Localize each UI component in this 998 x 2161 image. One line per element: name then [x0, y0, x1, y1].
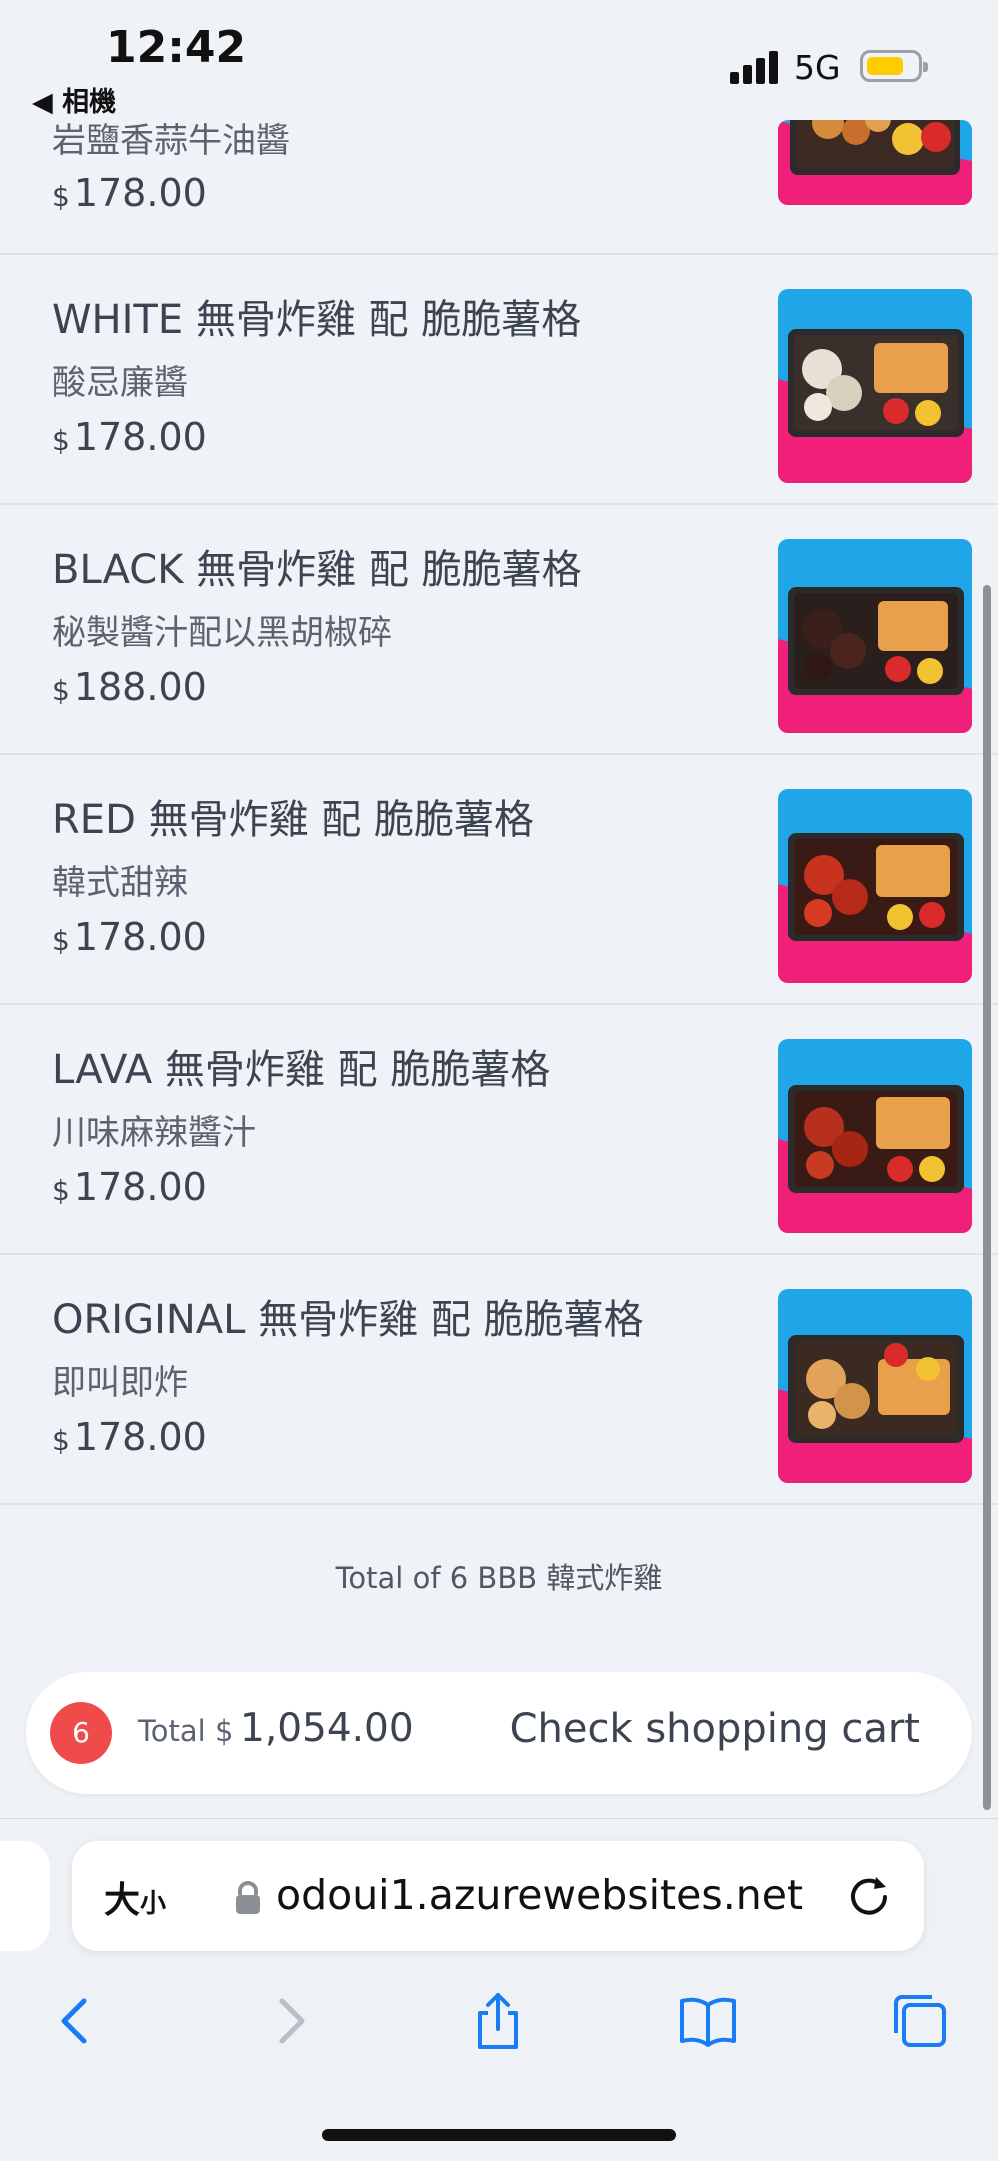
lock-icon — [234, 1881, 262, 1915]
cart-count-badge: 6 — [50, 1702, 112, 1764]
menu-item[interactable]: BLACK 無骨炸雞 配 脆脆薯格 秘製醬汁配以黑胡椒碎 $188.00 — [0, 505, 998, 755]
network-type: 5G — [794, 48, 841, 87]
menu-item[interactable]: ORIGINAL 無骨炸雞 配 脆脆薯格 即叫即炸 $178.00 — [0, 1255, 998, 1505]
menu-item-price: $178.00 — [52, 1165, 207, 1209]
home-indicator — [322, 2129, 676, 2141]
menu-item-name: RED 無骨炸雞 配 脆脆薯格 — [52, 797, 535, 843]
text-size-button[interactable]: 大小 — [104, 1871, 166, 1923]
menu-item-image[interactable] — [778, 539, 972, 733]
menu-item-image[interactable] — [778, 289, 972, 483]
menu-item-desc: 川味麻辣醬汁 — [52, 1113, 256, 1153]
shopping-cart-bar[interactable]: 6 Total $ 1,054.00 Check shopping cart — [26, 1672, 972, 1794]
cart-total-amount: 1,054.00 — [240, 1706, 414, 1751]
menu-item-image[interactable] — [778, 1289, 972, 1483]
menu-item-price: $178.00 — [52, 171, 207, 215]
total-item-count: Total of 6 BBB 韓式炸雞 — [335, 1561, 663, 1595]
tabs-icon[interactable] — [888, 1989, 952, 2053]
back-arrow-icon[interactable] — [44, 1989, 108, 2053]
menu-item[interactable]: LAVA 無骨炸雞 配 脆脆薯格 川味麻辣醬汁 $178.00 — [0, 1005, 998, 1255]
previous-tab-preview[interactable] — [0, 1841, 50, 1951]
status-time: 12:42 — [106, 22, 247, 73]
status-bar: 12:42 ◀ 相機 5G — [0, 0, 998, 120]
scrollbar[interactable] — [983, 585, 991, 1810]
menu-item-price: $178.00 — [52, 915, 207, 959]
menu-item-desc: 岩鹽香蒜牛油醬 — [52, 121, 290, 161]
url-text[interactable]: odoui1.azurewebsites.net — [276, 1871, 803, 1919]
check-shopping-cart-button[interactable]: Check shopping cart — [510, 1706, 920, 1752]
menu-item-price: $188.00 — [52, 665, 207, 709]
forward-arrow-icon[interactable] — [258, 1989, 322, 2053]
reload-icon[interactable] — [846, 1873, 892, 1919]
menu-item-name: BLACK 無骨炸雞 配 脆脆薯格 — [52, 547, 582, 593]
address-bar[interactable]: 大小 odoui1.azurewebsites.net — [72, 1841, 924, 1951]
menu-item-price: $178.00 — [52, 1415, 207, 1459]
menu-item-name: WHITE 無骨炸雞 配 脆脆薯格 — [52, 297, 582, 343]
battery-icon — [860, 50, 928, 82]
menu-item-desc: 韓式甜辣 — [52, 863, 188, 903]
browser-nav-row — [0, 1969, 998, 2079]
cart-total-label: Total $ — [138, 1714, 234, 1748]
bookmarks-icon[interactable] — [676, 1989, 740, 2053]
menu-item-price: $178.00 — [52, 415, 207, 459]
signal-icon — [730, 50, 782, 84]
menu-item[interactable]: WHITE 無骨炸雞 配 脆脆薯格 酸忌廉醬 $178.00 — [0, 255, 998, 505]
menu-item-desc: 秘製醬汁配以黑胡椒碎 — [52, 613, 392, 653]
menu-item-desc: 酸忌廉醬 — [52, 363, 188, 403]
browser-toolbar: 大小 odoui1.azurewebsites.net — [0, 1818, 998, 2161]
menu-item-image[interactable] — [778, 1039, 972, 1233]
menu-item[interactable]: RED 無骨炸雞 配 脆脆薯格 韓式甜辣 $178.00 — [0, 755, 998, 1005]
menu-item-image[interactable] — [778, 789, 972, 983]
share-icon[interactable] — [466, 1989, 530, 2053]
menu-item-name: LAVA 無骨炸雞 配 脆脆薯格 — [52, 1047, 551, 1093]
menu-item-name: ORIGINAL 無骨炸雞 配 脆脆薯格 — [52, 1297, 644, 1343]
menu-item-image[interactable] — [778, 120, 972, 205]
menu-item-desc: 即叫即炸 — [52, 1363, 188, 1403]
back-to-app-link[interactable]: ◀ 相機 — [32, 80, 116, 119]
